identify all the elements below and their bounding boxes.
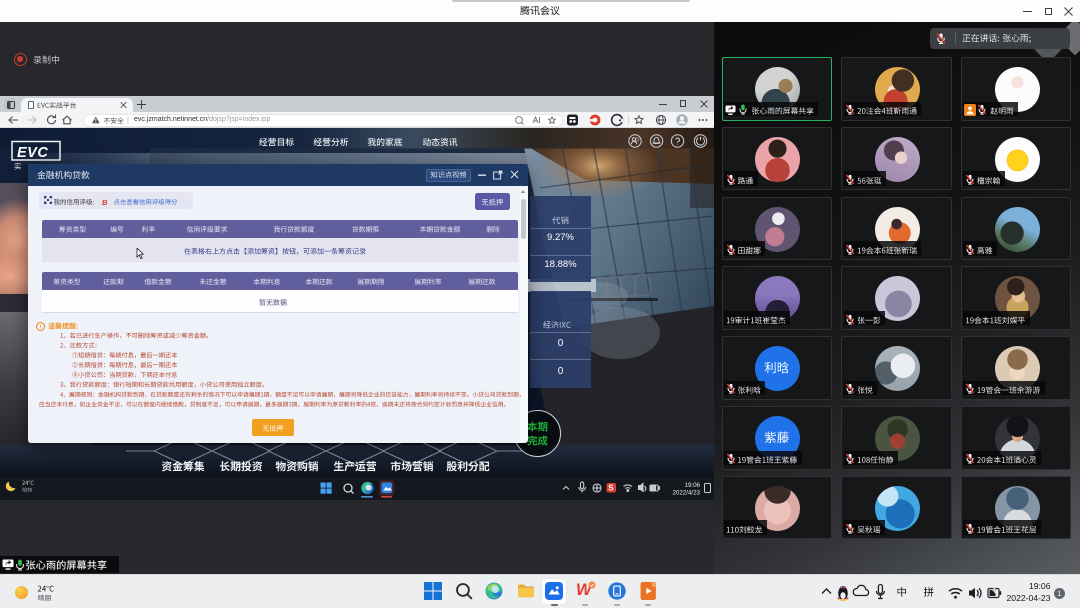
svg-text:!: !: [40, 323, 42, 330]
svg-text:2022/4/23: 2022/4/23: [672, 490, 700, 497]
svg-text:S: S: [608, 484, 614, 493]
svg-text:EVC: EVC: [17, 145, 48, 161]
svg-text:19:06: 19:06: [685, 482, 701, 489]
